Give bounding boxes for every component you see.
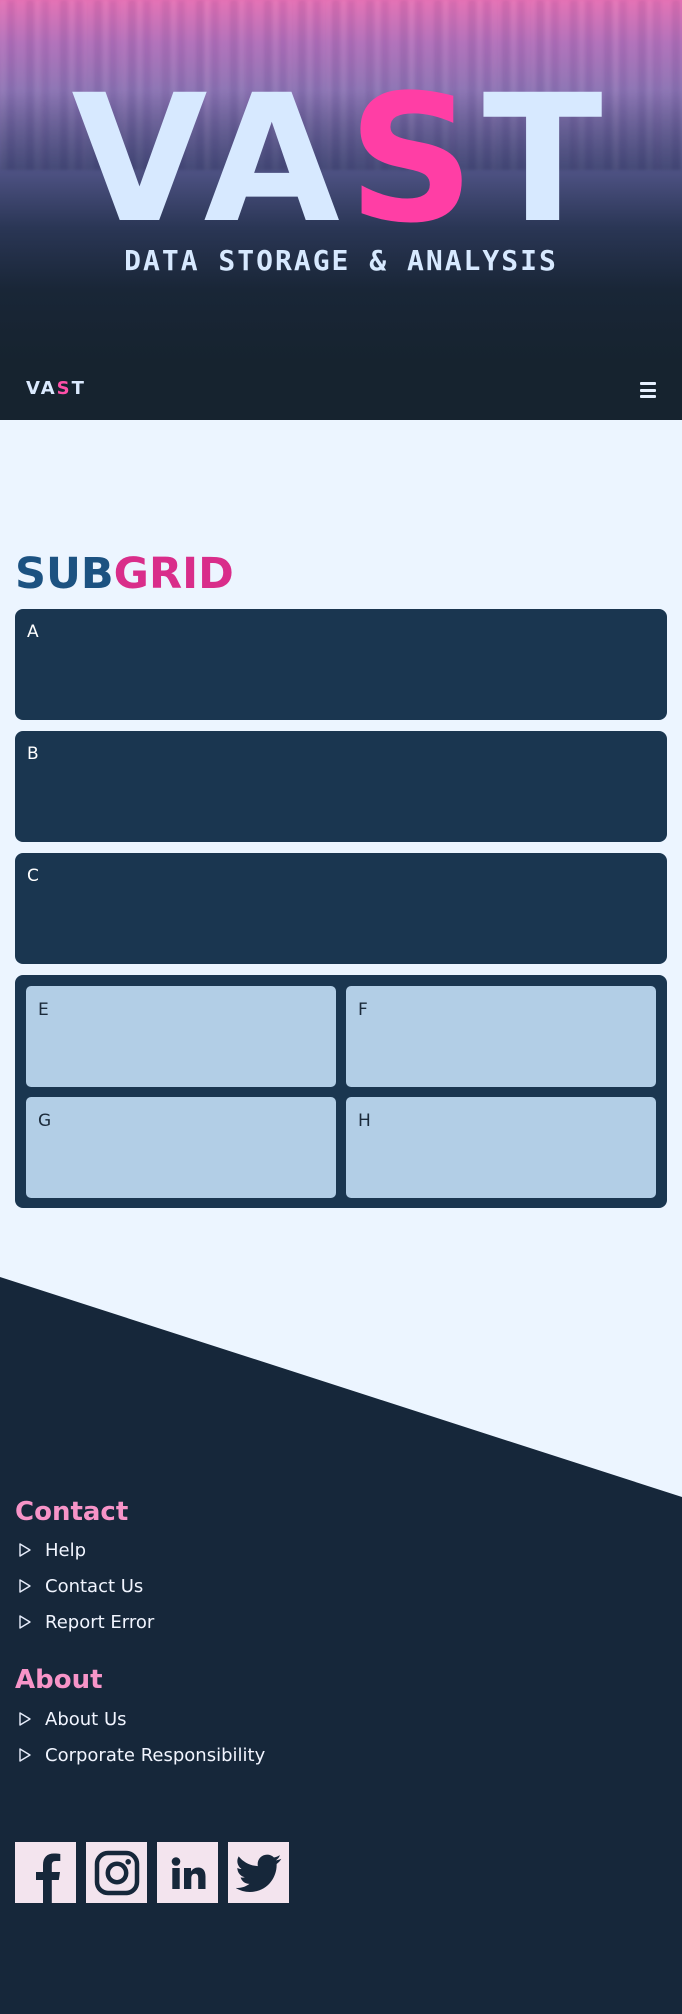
footer-contact-heading: Contact [15,1497,129,1527]
subgrid-cell-label: F [358,1000,368,1020]
hamburger-line [640,395,656,398]
nav-logo[interactable]: VAST [26,378,86,399]
hamburger-menu-icon[interactable] [640,382,656,398]
subgrid-cell-g: G [26,1097,336,1198]
hamburger-line [640,388,656,392]
grid-card-label: C [27,866,39,886]
subgrid-container: E F G H [15,975,667,1208]
hero-title-part1: VA [71,57,348,262]
subgrid-cell-f: F [346,986,656,1087]
navbar: VAST [0,362,682,420]
twitter-icon [235,1854,281,1892]
instagram-link[interactable] [86,1842,147,1903]
nav-logo-part2: T [71,378,86,399]
section-title: SUBGRID [15,546,234,602]
footer-link-label: Contact Us [45,1575,144,1597]
footer-link-label: About Us [45,1708,127,1730]
footer-link-label: Help [45,1539,87,1561]
grid-card-label: B [27,744,39,764]
subgrid-cell-h: H [346,1097,656,1198]
hero-banner: VAST DATA STORAGE & ANALYSIS [0,0,682,362]
grid-card-b: B [15,731,667,842]
section-title-part2: GRID [113,549,234,599]
subgrid-cell-e: E [26,986,336,1087]
twitter-link[interactable] [228,1842,289,1903]
footer-link-about-us[interactable]: About Us [17,1706,127,1732]
section-title-part1: SUB [15,549,114,599]
footer-link-help[interactable]: Help [17,1537,86,1563]
hero-title-part2: T [482,57,611,262]
footer-about-heading: About [15,1665,103,1695]
footer-link-contact-us[interactable]: Contact Us [17,1573,143,1599]
play-triangle-icon [19,1615,31,1629]
play-triangle-icon [19,1543,31,1557]
hero-title: VAST [0,70,682,250]
play-triangle-icon [19,1748,31,1762]
footer-link-label: Report Error [45,1611,155,1633]
subgrid-cell-label: H [358,1111,371,1131]
facebook-icon [36,1853,61,1903]
subgrid-cell-label: E [38,1000,49,1020]
hamburger-line [640,382,656,385]
grid-card-label: A [27,622,39,642]
hero-subtitle: DATA STORAGE & ANALYSIS [124,244,558,277]
footer-link-report-error[interactable]: Report Error [17,1609,154,1635]
play-triangle-icon [19,1712,31,1726]
footer-link-corporate-responsibility[interactable]: Corporate Responsibility [17,1742,265,1768]
hero-title-accent: S [347,57,483,262]
subgrid-cell-label: G [38,1111,52,1131]
grid-card-a: A [15,609,667,720]
nav-logo-accent: S [56,378,72,399]
nav-logo-part1: VA [26,378,57,399]
instagram-icon [94,1850,139,1895]
grid-card-c: C [15,853,667,964]
footer [0,1277,682,2014]
linkedin-icon [171,1856,205,1889]
footer-link-label: Corporate Responsibility [45,1744,266,1766]
facebook-link[interactable] [15,1842,76,1903]
linkedin-link[interactable] [157,1842,218,1903]
play-triangle-icon [19,1579,31,1593]
